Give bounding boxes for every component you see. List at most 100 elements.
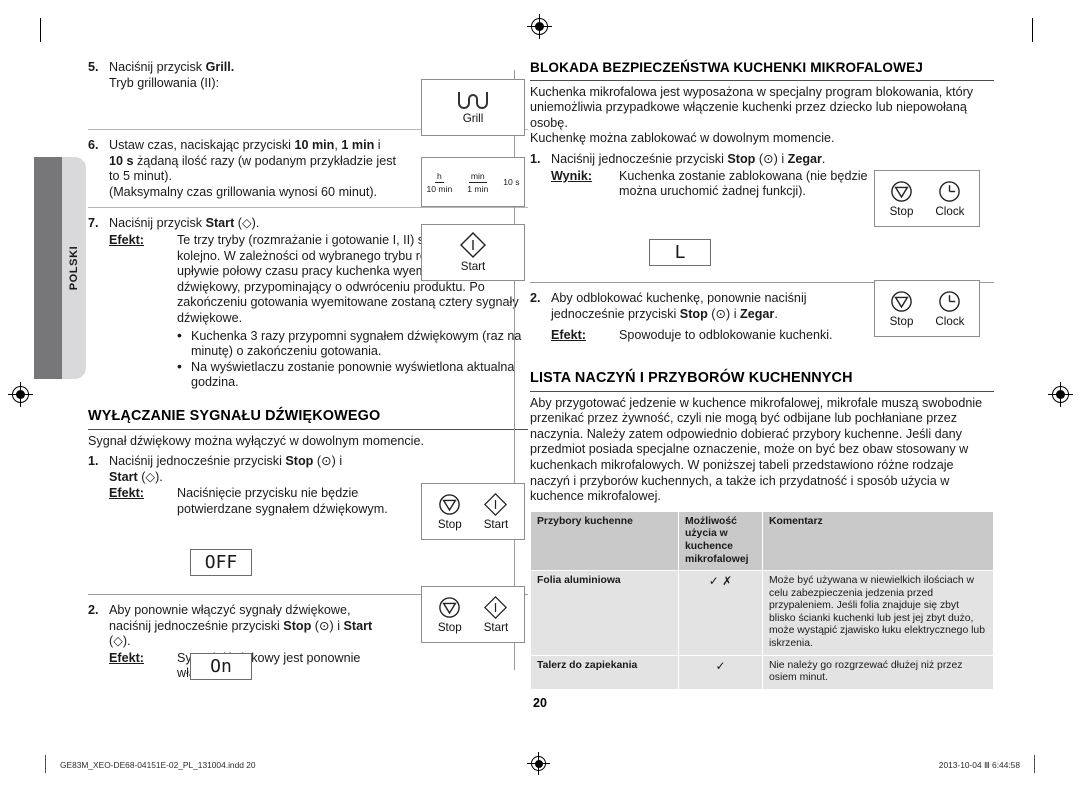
step-7-bold-start: Start — [205, 216, 235, 231]
table-cell-comment: Nie należy go rozgrzewać dłużej niż prze… — [762, 654, 994, 690]
step-6-number: 6. — [88, 138, 99, 152]
time-key-10s: 10 s — [503, 177, 520, 187]
step-5-line2: Tryb grillowania (II): — [109, 75, 220, 90]
keycap-start-2-label: Start — [483, 517, 509, 531]
keycap-clock-2: Clock — [935, 290, 964, 328]
keybox-stop-start-1: Stop Start — [421, 483, 525, 540]
side-tab-label: POLSKI — [68, 245, 80, 291]
divider-after-step-6 — [88, 207, 528, 209]
step-6-bold-1min: 1 min — [341, 138, 375, 152]
keycap-start-label: Start — [460, 260, 486, 273]
lcd-display-lock-text: L — [674, 242, 686, 263]
step-6-bold-10min: 10 min — [294, 138, 335, 152]
clock-icon — [938, 290, 961, 313]
beep-step-1-effect-text: Naciśnięcie przycisku nie będzie potwier… — [177, 486, 388, 516]
side-tab-language: POLSKI — [34, 157, 86, 379]
keycap-stop-3-label: Stop — [889, 204, 914, 218]
keycap-stop-2: Stop — [438, 596, 462, 634]
beep-step-1-text-pre: Naciśnij jednocześnie przyciski — [109, 454, 286, 469]
keybox-start: Start — [421, 224, 525, 281]
beep-step-1-text-post: (◇). — [137, 469, 163, 484]
lock-step-1-text-pre: Naciśnij jednocześnie przyciski — [551, 151, 728, 166]
registration-mark-top — [527, 14, 552, 39]
start-icon — [484, 595, 508, 619]
page-body: 5. Naciśnij przycisk Grill. Tryb grillow… — [88, 60, 994, 710]
registration-mark-left — [8, 382, 33, 407]
lock-step-2-number: 2. — [530, 290, 541, 305]
beep-intro: Sygnał dźwiękowy można wyłączyć w dowoln… — [88, 433, 424, 448]
table-row: Talerz do zapiekania ✓ Nie należy go roz… — [530, 654, 994, 690]
start-icon — [460, 232, 486, 258]
lock-step-2-effect-label: Efekt: — [551, 328, 586, 343]
lock-step-1-bold-zegar: Zegar — [787, 151, 822, 166]
beep-step-1-bold-start: Start — [109, 469, 138, 484]
table-header-utensil: Przybory kuchenne — [530, 510, 679, 572]
keycap-start-3-label: Start — [483, 620, 509, 634]
stop-icon — [890, 290, 913, 313]
step-5-bold-grill: Grill. — [205, 60, 235, 74]
table-cell-mark: ✓ — [678, 654, 763, 690]
registration-mark-right — [1048, 382, 1073, 407]
keycap-clock-2-label: Clock — [935, 314, 965, 328]
crop-mark-top-left — [40, 18, 41, 42]
stop-icon — [438, 596, 461, 619]
lock-step-1-effect-text: Kuchenka zostanie zablokowana (nie będzi… — [619, 168, 868, 199]
side-tab-light-band: POLSKI — [62, 157, 86, 379]
beep-step-2-text-mid: (⊙) i — [311, 618, 344, 633]
keycap-start-3: Start — [483, 595, 509, 634]
keycap-start: Start — [460, 232, 486, 273]
keycap-stop-4: Stop — [889, 290, 914, 328]
step-6-line2: (Maksymalny czas grillowania wynosi 60 m… — [109, 184, 378, 199]
footer-registration-mark-wrap — [527, 752, 550, 775]
footer-rule-right — [1034, 755, 1035, 773]
lock-step-2-bold-zegar: Zegar — [740, 306, 775, 321]
time-key-10min-top: h — [434, 170, 444, 183]
beep-step-2-effect: Efekt: Sygnał dźwiękowy jest ponownie wł… — [109, 651, 528, 682]
keycap-grill-label: Grill — [462, 111, 484, 125]
table-cell-mark: ✓ ✗ — [678, 570, 763, 656]
time-key-1min-bot: 1 min — [467, 183, 489, 194]
stop-icon — [890, 180, 913, 203]
lock-step-1-bold-stop: Stop — [727, 151, 756, 166]
table-cell-name: Talerz do zapiekania — [530, 654, 679, 690]
keybox-stop-clock-1: Stop Clock — [874, 170, 980, 227]
step-6-text-d: żądaną ilość razy (w podanym przykładzie… — [109, 153, 396, 184]
beep-step-1-text-mid: (⊙) i — [313, 454, 343, 469]
section-title-utensils: LISTA NACZYŃ I PRZYBORÓW KUCHENNYCH — [530, 370, 994, 392]
table-header-row: Przybory kuchenne Możliwość użycia w kuc… — [530, 510, 994, 572]
table-cell-name: Folia aluminiowa — [530, 570, 679, 656]
step-5-line1: Naciśnij przycisk Grill. — [109, 60, 398, 76]
keycap-clock-1: Clock — [935, 180, 964, 218]
lock-step-2-effect-text: Spowoduje to odblokowanie kuchenki. — [619, 328, 833, 343]
side-tab-dark-band — [34, 157, 62, 379]
time-key-1min: min 1 min — [467, 171, 488, 194]
keycap-grill: Grill — [456, 91, 490, 125]
beep-step-2-bold-stop: Stop — [283, 618, 312, 633]
step-6-text-a: Ustaw czas, naciskając przyciski — [109, 138, 295, 152]
step-6-bold-10s: 10 s — [109, 153, 134, 168]
table-header-comment: Komentarz — [762, 510, 994, 572]
beep-step-1-line1: Naciśnij jednocześnie przyciski Stop (⊙)… — [109, 454, 528, 470]
page-number: 20 — [533, 696, 547, 710]
utensils-table: Przybory kuchenne Możliwość użycia w kuc… — [530, 510, 994, 690]
keycap-stop-1: Stop — [438, 493, 462, 531]
utensils-intro: Aby przygotować jedzenie w kuchence mikr… — [530, 395, 983, 504]
lock-step-2-bold-stop: Stop — [679, 306, 708, 321]
table-row: Folia aluminiowa ✓ ✗ Może być używana w … — [530, 570, 994, 656]
keycap-clock-1-label: Clock — [935, 204, 965, 218]
step-5-text-pre: Naciśnij przycisk — [109, 60, 206, 74]
lock-intro-2: Kuchenkę można zablokować w dowolnym mom… — [530, 131, 835, 146]
keycap-stop-4-label: Stop — [889, 314, 914, 328]
list-item: Na wyświetlaczu zostanie ponownie wyświe… — [175, 359, 528, 391]
keycap-start-2: Start — [483, 492, 509, 531]
lcd-display-on: On — [190, 653, 252, 680]
step-7-bullets: Kuchenka 3 razy przypomni sygnałem dźwię… — [175, 328, 528, 391]
beep-step-2-bold-start: Start — [343, 618, 373, 633]
section-title-beep: WYŁĄCZANIE SYGNAŁU DŹWIĘKOWEGO — [88, 408, 528, 430]
lock-step-1-text-post: . — [821, 151, 826, 166]
lcd-display-off-text: OFF — [204, 552, 238, 573]
footer-timestamp: 2013-10-04 Ⅲ 6:44:58 — [938, 760, 1020, 770]
keybox-stop-start-2: Stop Start — [421, 586, 525, 643]
time-key-10min: h 10 min — [426, 171, 452, 194]
step-7-text-post: (◇). — [234, 216, 260, 231]
